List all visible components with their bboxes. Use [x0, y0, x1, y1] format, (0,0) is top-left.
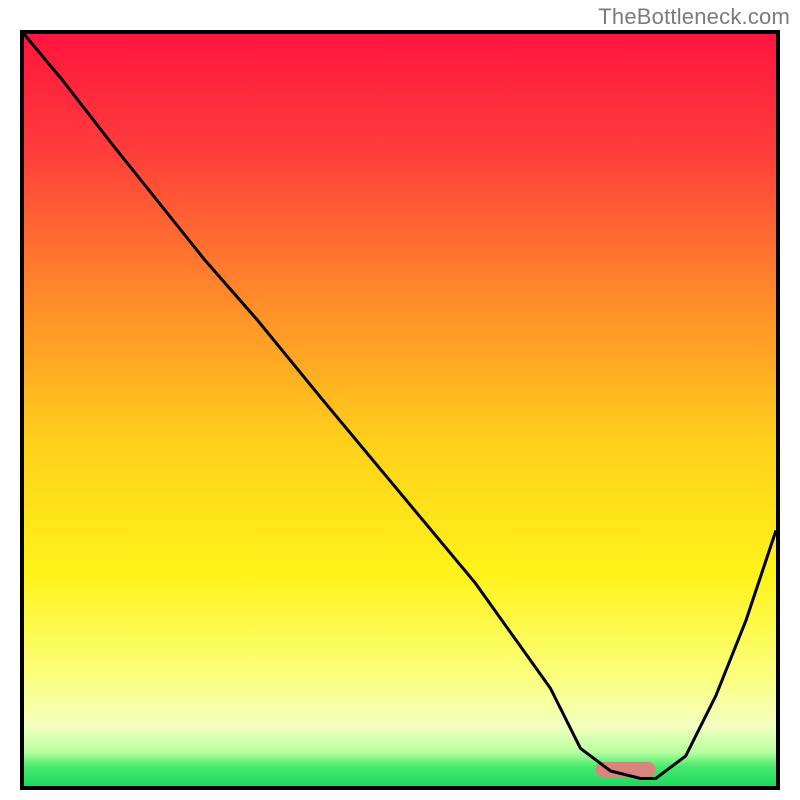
watermark-text: TheBottleneck.com — [598, 4, 790, 30]
chart-background — [24, 34, 776, 786]
bottleneck-chart — [24, 34, 776, 786]
